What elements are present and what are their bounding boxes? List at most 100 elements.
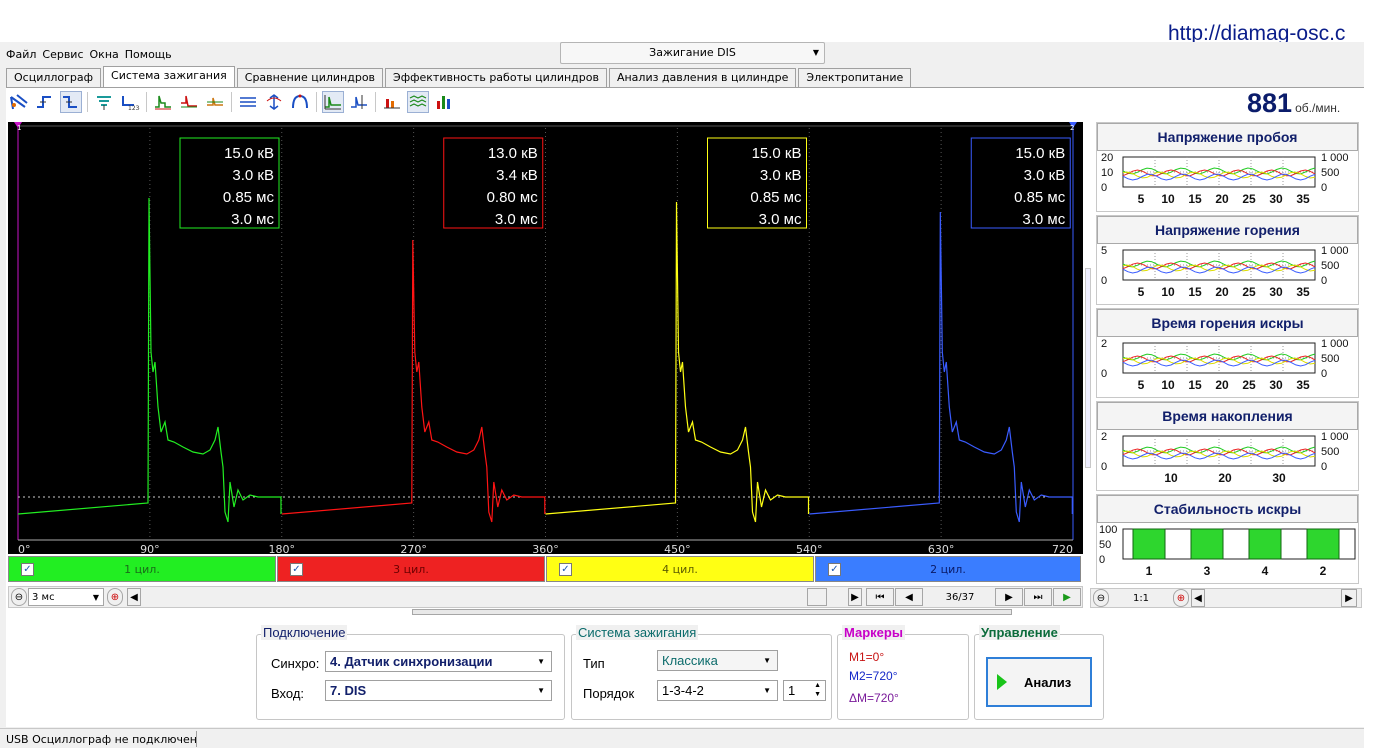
- tab-cylinder-pressure[interactable]: Анализ давления в цилиндре: [608, 68, 797, 88]
- y-tick-label: 0: [1101, 182, 1107, 194]
- scroll-left-icon[interactable]: ◀: [1191, 589, 1205, 607]
- tab-cylinder-efficiency[interactable]: Эффективность работы цилиндров: [385, 68, 607, 88]
- input-select[interactable]: 7. DIS ▼: [325, 680, 552, 701]
- x-tick-label: 180°: [269, 543, 296, 554]
- param-title[interactable]: Время накопления: [1097, 402, 1358, 430]
- tab-power-supply[interactable]: Электропитание: [798, 68, 912, 88]
- marker-label-m1: 1: [17, 124, 21, 132]
- oscilloscope-screen[interactable]: 1 2 0° 90° 180° 270° 360° 450° 540° 630° 720 15.0 к…: [8, 122, 1083, 554]
- x-tick-label: 10: [1161, 285, 1175, 299]
- x-tick-label: 20: [1215, 378, 1229, 392]
- tab-oscilloscope[interactable]: Осциллограф: [6, 68, 102, 88]
- x-tick-label: 90°: [140, 543, 160, 554]
- channel-select-cyl1[interactable]: ✓ 1 цил.: [8, 556, 276, 582]
- spark-stability-graph: 100 50 0 1 3 4 2: [1099, 524, 1356, 578]
- menu-windows[interactable]: Окна: [90, 48, 119, 61]
- order-spinner[interactable]: 1 ▲ ▼: [783, 680, 826, 701]
- bar-chart-icon[interactable]: [381, 91, 403, 113]
- scroll-left-icon[interactable]: ◀: [127, 588, 141, 606]
- param-title[interactable]: Напряжение горения: [1097, 216, 1358, 244]
- spinner-arrows-icon[interactable]: ▲ ▼: [814, 681, 821, 699]
- channel-select-cyl4[interactable]: ✓ 4 цил.: [546, 556, 814, 582]
- stripes-icon[interactable]: [407, 91, 429, 113]
- first-frame-icon[interactable]: ⏮: [866, 588, 894, 606]
- falling-trigger-icon[interactable]: [60, 91, 82, 113]
- time-select[interactable]: 3 мс ▼: [28, 588, 104, 606]
- lines-icon[interactable]: [237, 91, 259, 113]
- x-tick-label: 0°: [18, 543, 31, 554]
- waveform-overlay-icon[interactable]: [152, 91, 174, 113]
- x-tick-label: 1: [1146, 564, 1153, 578]
- arc-icon[interactable]: [289, 91, 311, 113]
- param-title[interactable]: Время горения искры: [1097, 309, 1358, 337]
- checkbox-icon[interactable]: ✓: [21, 562, 34, 576]
- readout-value: 3.4 кВ: [496, 167, 538, 184]
- menu-service[interactable]: Сервис: [42, 48, 83, 61]
- y2-tick-label: 1 000: [1321, 338, 1349, 350]
- last-frame-icon[interactable]: ⏭: [1024, 588, 1052, 606]
- zoom-out-icon[interactable]: ⊖: [1093, 589, 1109, 607]
- waveform-sync-icon[interactable]: [178, 91, 200, 113]
- histogram-icon[interactable]: [433, 91, 455, 113]
- cursor-icon[interactable]: [8, 91, 30, 113]
- menu-help[interactable]: Помощь: [125, 48, 172, 61]
- zoom-in-icon[interactable]: ⊕: [1173, 589, 1189, 607]
- readout-value: 3.0 мс: [1022, 211, 1065, 228]
- order-select[interactable]: 1-3-4-2 ▼: [657, 680, 778, 701]
- marker-icon[interactable]: [348, 91, 370, 113]
- x-tick-label: 10: [1164, 471, 1178, 485]
- order-value: 1-3-4-2: [662, 683, 704, 698]
- stability-bar: [1190, 528, 1224, 560]
- menu-bar: Файл Сервис Окна Помощь: [6, 48, 172, 61]
- zoom-in-icon[interactable]: ⊕: [107, 588, 123, 606]
- burn-voltage-graph: 5 0 1 000 500 0 5 10 15 20 25 30 35: [1101, 245, 1349, 299]
- checkbox-icon[interactable]: ✓: [290, 562, 303, 576]
- scroll-thumb[interactable]: [807, 588, 827, 606]
- panel-splitter[interactable]: [412, 609, 1012, 615]
- play-icon[interactable]: ▶: [1053, 588, 1081, 606]
- chevron-down-icon: ▼: [537, 686, 545, 695]
- x-tick-label: 450°: [664, 543, 691, 554]
- tab-cylinder-compare[interactable]: Сравнение цилиндров: [236, 68, 384, 88]
- grid-icon[interactable]: [322, 91, 344, 113]
- y-tick-label: 5: [1101, 245, 1107, 257]
- side-splitter[interactable]: [1085, 268, 1091, 468]
- tab-ignition-system[interactable]: Система зажигания: [103, 66, 235, 88]
- param-title[interactable]: Напряжение пробоя: [1097, 123, 1358, 151]
- counter-icon[interactable]: 1234: [119, 91, 141, 113]
- readout-value: 15.0 кВ: [1015, 145, 1065, 162]
- zoom-level: 1:1: [1113, 589, 1169, 607]
- x-tick-label: 25: [1242, 285, 1256, 299]
- waveform-offset-icon[interactable]: [204, 91, 226, 113]
- zoom-out-icon[interactable]: ⊖: [11, 588, 27, 606]
- order-label: Порядок: [583, 686, 635, 701]
- prev-frame-icon[interactable]: ◀: [895, 588, 923, 606]
- channel-select-cyl3[interactable]: ✓ 3 цил.: [277, 556, 545, 582]
- param-title[interactable]: Стабильность искры: [1097, 495, 1358, 523]
- channel-select-cyl2[interactable]: ✓ 2 цил.: [815, 556, 1081, 582]
- analyze-button[interactable]: Анализ: [986, 657, 1092, 707]
- tab-bar: Осциллограф Система зажигания Сравнение …: [6, 66, 913, 88]
- menu-file[interactable]: Файл: [6, 48, 36, 61]
- scroll-right-icon[interactable]: ▶: [1341, 589, 1357, 607]
- play-icon: [997, 674, 1007, 690]
- scroll-right-icon[interactable]: ▶: [848, 588, 862, 606]
- connection-group: Подключение: [256, 625, 565, 720]
- x-tick-label: 15: [1188, 192, 1202, 206]
- y2-tick-label: 500: [1321, 260, 1339, 272]
- type-select[interactable]: Классика ▼: [657, 650, 778, 671]
- control-title: Управление: [979, 625, 1060, 640]
- zoom-level-text: 1:1: [1132, 592, 1150, 604]
- readout-value: 0.80 мс: [487, 189, 539, 206]
- mode-select[interactable]: Зажигание DIS ▼: [560, 42, 825, 64]
- rising-trigger-icon[interactable]: [34, 91, 56, 113]
- y2-tick-label: 0: [1321, 368, 1327, 380]
- y-tick-label: 0: [1101, 368, 1107, 380]
- scale-icon[interactable]: [263, 91, 285, 113]
- checkbox-icon[interactable]: ✓: [828, 562, 841, 576]
- next-frame-icon[interactable]: ▶: [995, 588, 1023, 606]
- x-tick-label: 35: [1296, 192, 1310, 206]
- probe-icon[interactable]: [93, 91, 115, 113]
- sync-select[interactable]: 4. Датчик синхронизации ▼: [325, 651, 552, 672]
- checkbox-icon[interactable]: ✓: [559, 562, 572, 576]
